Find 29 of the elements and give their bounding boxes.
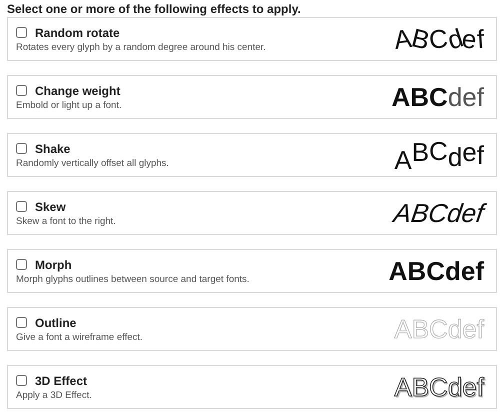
- effect-title: Skew: [35, 200, 66, 214]
- effect-title: Outline: [35, 316, 76, 330]
- effect-description: Skew a font to the right.: [16, 216, 116, 226]
- effect-checkbox[interactable]: [16, 201, 27, 212]
- effect-description: Randomly vertically offset all glyphs.: [16, 158, 169, 168]
- effect-sample-text: ABCdef: [392, 200, 486, 226]
- effect-sample-text: ABCdef: [388, 258, 484, 284]
- effect-description: Embold or light up a font.: [16, 100, 122, 110]
- effect-checkbox[interactable]: [16, 317, 27, 328]
- effect-title: Morph: [35, 258, 72, 272]
- effect-title: Random rotate: [35, 26, 120, 40]
- effect-title: Change weight: [35, 84, 120, 98]
- effect-sample-text: ABCdef: [394, 374, 484, 400]
- instruction-heading: Select one or more of the following effects to apply.: [7, 1, 302, 17]
- effect-sample-text: ABCdef: [394, 142, 484, 168]
- effect-checkbox[interactable]: [16, 143, 27, 154]
- effect-description: Morph glyphs outlines between source and target fonts.: [16, 274, 250, 284]
- effect-sample-text: ABCdef: [394, 316, 484, 342]
- effect-title: Shake: [35, 142, 70, 156]
- effect-checkbox[interactable]: [16, 375, 27, 386]
- effect-description: Give a font a wireframe effect.: [16, 332, 143, 342]
- effect-checkbox[interactable]: [16, 27, 27, 38]
- effect-description: Rotates every glyph by a random degree around his center.: [16, 42, 266, 52]
- effect-checkbox[interactable]: [16, 85, 27, 96]
- effect-sample-text: ABCdef: [394, 26, 484, 52]
- effect-description: Apply a 3D Effect.: [16, 390, 92, 400]
- effect-sample-text: ABCdef: [391, 84, 484, 110]
- effect-title: 3D Effect: [35, 374, 88, 388]
- effect-checkbox[interactable]: [16, 259, 27, 270]
